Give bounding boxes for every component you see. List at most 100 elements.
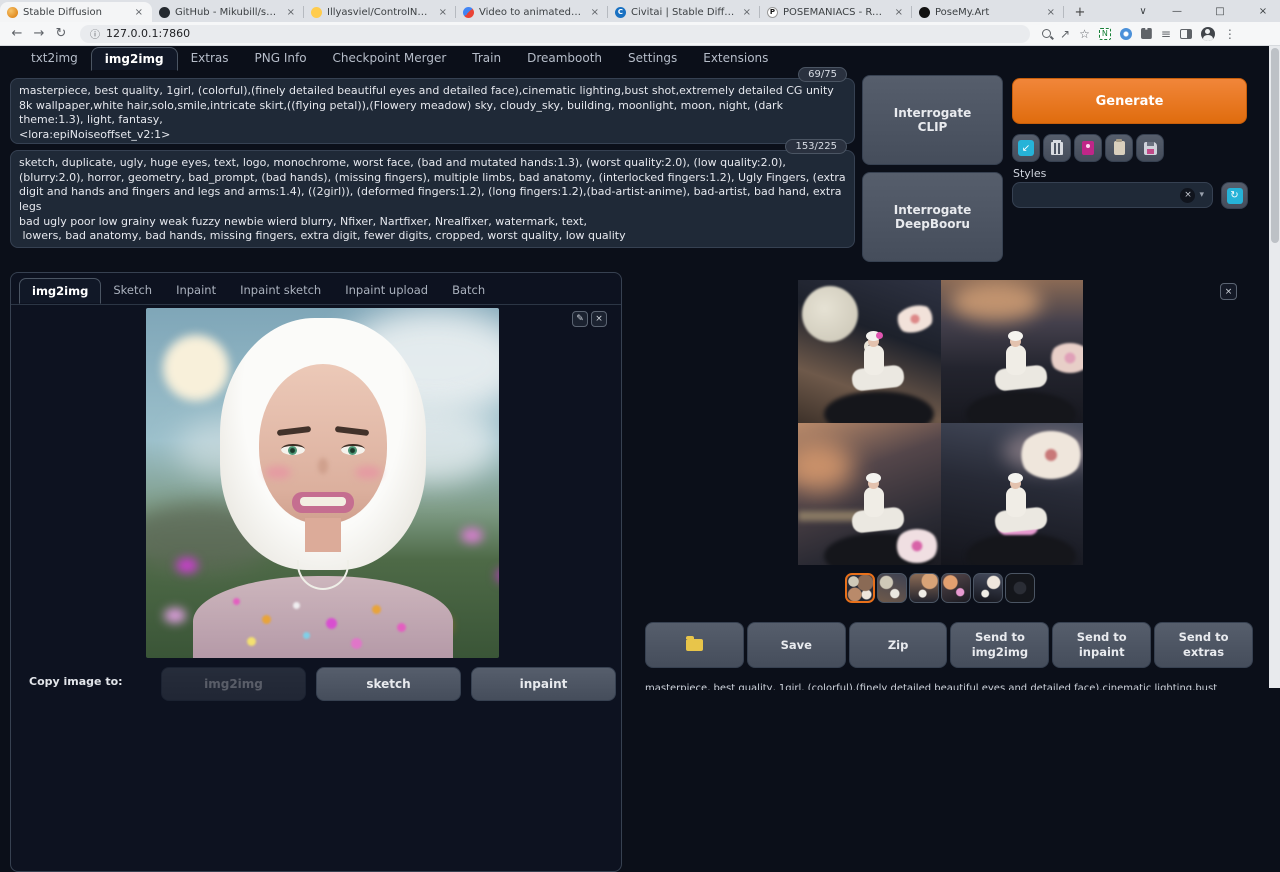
posemyart-favicon (919, 7, 930, 18)
copy-to-sketch-button[interactable]: sketch (316, 667, 461, 701)
extensions-puzzle-icon[interactable] (1141, 28, 1152, 39)
art-layer (1008, 473, 1023, 483)
tab-txt2img[interactable]: txt2img (18, 47, 91, 71)
tab-inpaint[interactable]: Inpaint (164, 278, 228, 304)
apply-style-button[interactable] (1105, 134, 1133, 162)
negative-prompt-token-counter: 153/225 (785, 139, 847, 154)
clear-styles-icon[interactable]: × (1180, 188, 1195, 203)
profile-avatar[interactable] (1201, 27, 1215, 41)
browser-tab-controlnet[interactable]: Illyasviel/ControlNet at main × (304, 2, 456, 22)
save-button[interactable]: Save (747, 622, 846, 668)
extra-networks-button[interactable] (1074, 134, 1102, 162)
window-close-button[interactable]: × (1248, 0, 1278, 22)
refresh-styles-button[interactable]: ↻ (1221, 182, 1248, 209)
tab-close-icon[interactable]: × (133, 7, 145, 18)
browser-menu-icon[interactable]: ⋮ (1224, 27, 1236, 41)
send-to-inpaint-button[interactable]: Send to inpaint (1052, 622, 1151, 668)
send-to-img2img-button[interactable]: Send to img2img (950, 622, 1049, 668)
result-gallery-image[interactable] (798, 280, 1083, 565)
thumbnail-4[interactable] (941, 573, 971, 603)
tab-img2img-mode[interactable]: img2img (19, 278, 101, 304)
tab-close-icon[interactable]: × (741, 7, 753, 18)
browser-tab-title: POSEMANIACS - Royalty free 3 (783, 7, 888, 18)
gallery-thumbnails (845, 573, 1035, 603)
browser-tab-stable-diffusion[interactable]: Stable Diffusion × (0, 2, 152, 22)
browser-tab-posemaniacs[interactable]: P POSEMANIACS - Royalty free 3 × (760, 2, 912, 22)
scrollbar-thumb[interactable] (1271, 48, 1279, 243)
tab-batch[interactable]: Batch (440, 278, 497, 304)
browser-tab-title: Civitai | Stable Diffusion model (631, 7, 736, 18)
tab-extensions[interactable]: Extensions (690, 47, 781, 71)
gallery-quadrant (798, 280, 941, 423)
thumbnail-6[interactable] (1005, 573, 1035, 603)
interrogate-clip-button[interactable]: Interrogate CLIP (862, 75, 1003, 165)
tab-dreambooth[interactable]: Dreambooth (514, 47, 615, 71)
interrogate-deepbooru-button[interactable]: Interrogate DeepBooru (862, 172, 1003, 262)
tab-img2img[interactable]: img2img (91, 47, 178, 71)
tab-search-icon[interactable]: ∨ (1128, 0, 1158, 22)
url-text[interactable]: 127.0.0.1:7860 (106, 27, 190, 40)
zoom-icon[interactable] (1042, 29, 1051, 38)
tab-png-info[interactable]: PNG Info (242, 47, 320, 71)
browser-tab-title: Illyasviel/ControlNet at main (327, 7, 432, 18)
remove-image-icon[interactable]: × (591, 311, 607, 327)
tab-close-icon[interactable]: × (285, 7, 297, 18)
browser-tab-github[interactable]: GitHub - Mikubill/sd-webui-con × (152, 2, 304, 22)
source-image-preview[interactable] (146, 308, 499, 658)
img2img-mode-tabs: img2img Sketch Inpaint Inpaint sketch In… (11, 273, 621, 305)
generate-button[interactable]: Generate (1012, 78, 1247, 124)
tab-settings[interactable]: Settings (615, 47, 690, 71)
read-generation-params-button[interactable]: ↙ (1012, 134, 1040, 162)
tab-close-icon[interactable]: × (437, 7, 449, 18)
extension-n-icon[interactable]: N (1099, 28, 1111, 40)
zip-button[interactable]: Zip (849, 622, 948, 668)
tab-checkpoint-merger[interactable]: Checkpoint Merger (320, 47, 460, 71)
back-icon[interactable]: ← (6, 26, 28, 41)
thumbnail-1[interactable] (845, 573, 875, 603)
styles-dropdown[interactable]: × ▾ (1012, 182, 1213, 208)
side-panel-icon[interactable] (1180, 29, 1192, 39)
copy-to-inpaint-button[interactable]: inpaint (471, 667, 616, 701)
extension-blue-icon[interactable] (1120, 28, 1132, 40)
tab-close-icon[interactable]: × (1045, 7, 1057, 18)
window-minimize-button[interactable]: — (1162, 0, 1192, 22)
browser-tab-posemyart[interactable]: PoseMy.Art × (912, 2, 1064, 22)
thumbnail-5[interactable] (973, 573, 1003, 603)
browser-tab-gif-converter[interactable]: Video to animated GIF converter × (456, 2, 608, 22)
reload-icon[interactable]: ↻ (50, 26, 72, 41)
new-tab-button[interactable]: + (1070, 2, 1090, 22)
chevron-down-icon: ▾ (1199, 190, 1204, 200)
art-layer (288, 446, 297, 455)
tab-close-icon[interactable]: × (589, 7, 601, 18)
negative-prompt-input[interactable]: sketch, duplicate, ugly, huge eyes, text… (10, 150, 855, 248)
thumbnail-3[interactable] (909, 573, 939, 603)
send-to-extras-button[interactable]: Send to extras (1154, 622, 1253, 668)
edit-image-icon[interactable]: ✎ (572, 311, 588, 327)
close-gallery-icon[interactable]: × (1220, 283, 1237, 300)
browser-tab-title: GitHub - Mikubill/sd-webui-con (175, 7, 280, 18)
tab-train[interactable]: Train (459, 47, 514, 71)
open-folder-button[interactable] (645, 622, 744, 668)
tab-inpaint-sketch[interactable]: Inpaint sketch (228, 278, 333, 304)
quick-tools-row: ↙ (1012, 134, 1164, 162)
tab-inpaint-upload[interactable]: Inpaint upload (333, 278, 440, 304)
save-style-button[interactable] (1136, 134, 1164, 162)
tab-extras[interactable]: Extras (178, 47, 242, 71)
share-icon[interactable]: ↗ (1060, 27, 1070, 41)
window-maximize-button[interactable]: □ (1205, 0, 1235, 22)
reading-list-icon[interactable]: ≡ (1161, 27, 1171, 41)
prompt-input[interactable]: masterpiece, best quality, 1girl, (color… (10, 78, 855, 144)
browser-tab-strip: Stable Diffusion × GitHub - Mikubill/sd-… (0, 0, 1280, 22)
thumbnail-2[interactable] (877, 573, 907, 603)
address-bar[interactable]: ⓘ 127.0.0.1:7860 (80, 25, 1030, 43)
clear-prompt-button[interactable] (1043, 134, 1071, 162)
tab-close-icon[interactable]: × (893, 7, 905, 18)
toolbar-icons: ↗ ☆ N ≡ ⋮ (1042, 27, 1236, 41)
forward-icon[interactable]: → (28, 26, 50, 41)
webui-page: txt2img img2img Extras PNG Info Checkpoi… (0, 46, 1280, 688)
tab-sketch[interactable]: Sketch (101, 278, 164, 304)
browser-tab-civitai[interactable]: C Civitai | Stable Diffusion model × (608, 2, 760, 22)
bookmark-star-icon[interactable]: ☆ (1079, 27, 1090, 41)
site-info-icon[interactable]: ⓘ (90, 26, 100, 41)
page-scrollbar[interactable] (1269, 46, 1280, 688)
